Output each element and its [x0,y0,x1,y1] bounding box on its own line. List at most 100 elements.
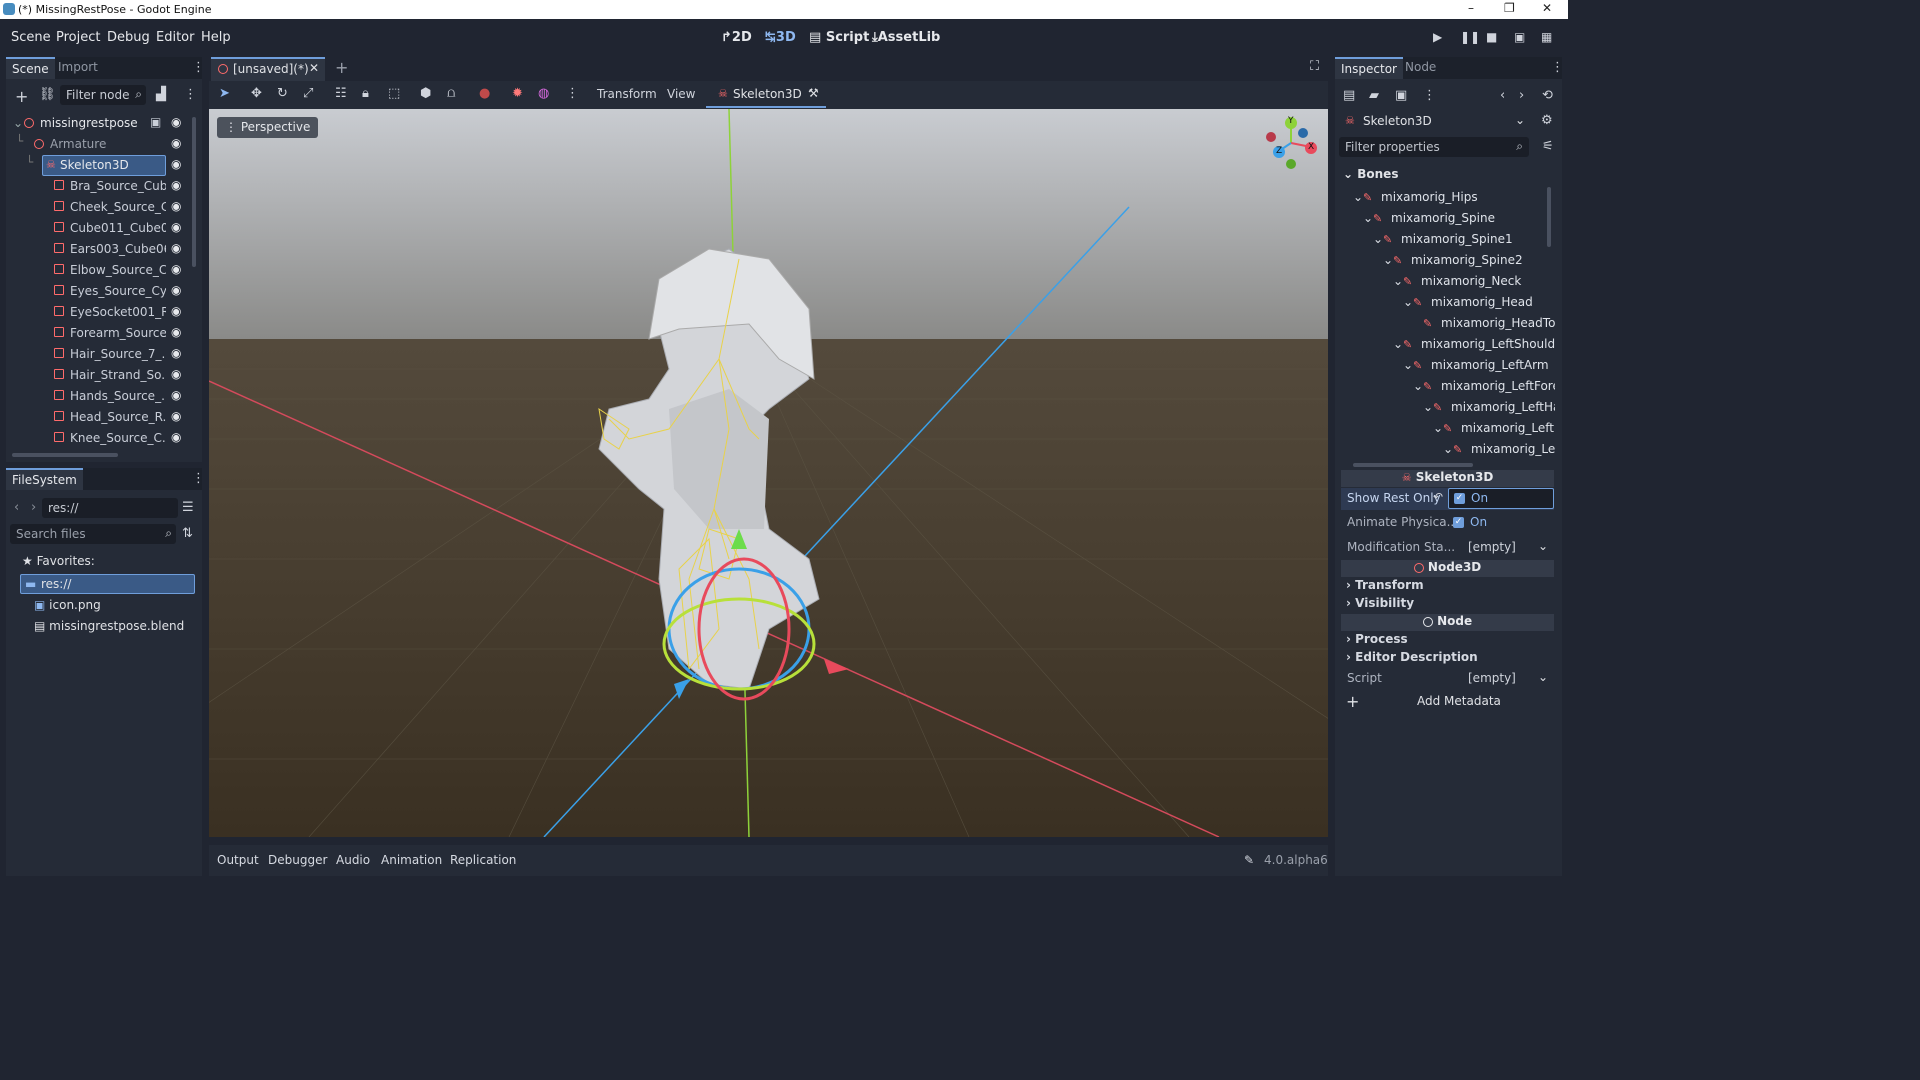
visibility-eye-icon[interactable]: ◉ [171,262,181,276]
bones-hscrollbar[interactable] [1353,463,1473,467]
tree-node-skeleton3d[interactable]: └ ☠ Skeleton3D ◉ [6,155,192,176]
environment-icon[interactable]: ◍ [538,86,549,101]
snap-icon[interactable]: ⩍ [447,86,455,101]
tab-node[interactable]: Node [1399,57,1442,79]
transform-category[interactable]: › Transform [1346,578,1424,592]
bone-row[interactable]: ⌄ ✎ mixamorig_LeftArm [1341,355,1551,376]
save-resource-icon[interactable]: ▣ [1395,88,1407,103]
open-resource-icon[interactable]: ▰ [1369,88,1379,103]
tree-node-mesh[interactable]: Bra_Source_Cub...◉ [6,176,192,197]
stop-icon[interactable]: ■ [1486,30,1497,44]
play-scene-icon[interactable]: ▣ [1514,30,1525,44]
object-selector[interactable]: ☠ Skeleton3D ⌄ [1341,111,1527,131]
script-value[interactable]: [empty] ⌄ [1462,669,1554,689]
scene-tree-scrollbar[interactable] [192,117,196,267]
minimize-button[interactable]: – [1468,1,1474,15]
tab-replication[interactable]: Replication [450,853,516,867]
tab-audio[interactable]: Audio [336,853,370,867]
mode-assetlib-button[interactable]: ⤓AssetLib [872,30,940,45]
tree-node-mesh[interactable]: Ears003_Cube062◉ [6,239,192,260]
mode-2d-button[interactable]: ↱2D [721,30,752,45]
visibility-eye-icon[interactable]: ◉ [171,346,181,360]
bone-row[interactable]: ⌄ ✎ mixamorig_LeftShoulder [1341,334,1555,355]
bones-scrollbar[interactable] [1547,187,1551,247]
new-resource-icon[interactable]: ▤ [1343,88,1355,103]
bone-row[interactable]: ⌄ ✎ mixamorig_Spine2 [1341,250,1551,271]
tree-node-mesh[interactable]: Eyes_Source_Cyl...◉ [6,281,192,302]
visibility-eye-icon[interactable]: ◉ [171,388,181,402]
tree-node-mesh[interactable]: Cheek_Source_C...◉ [6,197,192,218]
bone-row[interactable]: ⌄ ✎ mixamorig_Hips [1341,187,1551,208]
more-icon[interactable]: ⋮ [1423,88,1436,103]
filter-node-input[interactable]: Filter node ⌕ [60,85,146,105]
update-spinner-icon[interactable]: ✎ [1244,853,1254,867]
film-icon[interactable]: ▣ [150,115,161,129]
bone-row[interactable]: ⌄ ✎ mixamorig_Left [1341,439,1555,460]
close-tab-icon[interactable]: ✕ [309,61,319,75]
transform-menu[interactable]: Transform [597,87,657,101]
dock-menu-icon[interactable]: ⋮ [1551,60,1564,75]
tab-inspector[interactable]: Inspector [1335,57,1403,79]
tab-scene[interactable]: Scene [6,57,55,79]
lock-icon[interactable]: 🔒︎ [362,86,369,101]
3d-viewport[interactable]: ⋮ Perspective Y X Z [209,109,1328,837]
animate-physical-checkbox[interactable]: ✓ On [1448,513,1554,533]
visibility-category[interactable]: › Visibility [1346,596,1414,610]
path-field[interactable]: res:// [42,498,178,518]
bone-row[interactable]: ✎mixamorig_HeadTop_ [1341,313,1555,334]
skeleton-menu[interactable]: ☠ Skeleton3D ⚒ [706,81,826,108]
bone-row[interactable]: ⌄ ✎ mixamorig_Spine1 [1341,229,1551,250]
tree-node-root[interactable]: ⌄ missingrestpose ▣ ◉ [6,113,192,134]
folder-res-row[interactable]: ▬ res:// [20,574,195,594]
rotate-tool-icon[interactable]: ↻ [277,86,288,101]
visibility-eye-icon[interactable]: ◉ [171,430,181,444]
visibility-eye-icon[interactable]: ◉ [171,115,181,129]
bone-row[interactable]: ⌄✎mixamorig_LeftHa [1341,418,1555,439]
menu-debug[interactable]: Debug [107,30,150,45]
tree-node-mesh[interactable]: Hair_Strand_So... ◉ [6,365,192,386]
visibility-eye-icon[interactable]: ◉ [171,136,181,150]
tree-node-mesh[interactable]: Hair_Source_7_... ◉ [6,344,192,365]
tab-import[interactable]: Import [52,57,104,79]
dock-menu-icon[interactable]: ⋮ [192,60,205,75]
visibility-eye-icon[interactable]: ◉ [171,199,181,213]
process-category[interactable]: › Process [1346,632,1408,646]
visibility-eye-icon[interactable]: ◉ [171,220,181,234]
tree-node-mesh[interactable]: Elbow_Source_C...◉ [6,260,192,281]
tree-node-mesh[interactable]: Knee_Source_C... ◉ [6,428,192,449]
script-attach-icon[interactable]: ▟ [156,87,166,102]
scene-tree-hscrollbar[interactable] [12,453,118,457]
tab-output[interactable]: Output [217,853,259,867]
tree-node-mesh[interactable]: Forearm_Source...◉ [6,323,192,344]
tree-node-mesh[interactable]: Head_Source_R... ◉ [6,407,192,428]
tab-filesystem[interactable]: FileSystem [6,468,83,490]
sort-icon[interactable]: ⇅ [182,526,193,541]
mode-3d-button[interactable]: ↹3D [765,30,796,45]
more-icon[interactable]: ⋮ [566,86,579,101]
bone-row[interactable]: ⌄✎mixamorig_LeftHan [1341,397,1555,418]
history-icon[interactable]: ⟲ [1542,88,1553,103]
local-space-icon[interactable]: ⬢ [420,86,431,101]
maximize-button[interactable]: ❐ [1504,1,1515,15]
filter-properties-input[interactable]: Filter properties ⌕ [1339,137,1529,157]
link-icon[interactable]: ⛓ [39,87,56,102]
add-tab-button[interactable]: + [335,58,348,77]
mode-script-button[interactable]: ▤ Script [809,30,869,45]
tree-node-mesh[interactable]: EyeSocket001_R...◉ [6,302,192,323]
camera-preview-icon[interactable]: ● [479,86,490,101]
editor-description-category[interactable]: › Editor Description [1346,650,1478,664]
tree-node-mesh[interactable]: Hands_Source_... ◉ [6,386,192,407]
perspective-menu[interactable]: ⋮ Perspective [217,117,319,138]
sun-icon[interactable]: ✹ [512,86,523,101]
modification-stack-value[interactable]: [empty] ⌄ [1462,538,1554,558]
visibility-eye-icon[interactable]: ◉ [171,241,181,255]
menu-scene[interactable]: Scene [11,30,51,45]
visibility-eye-icon[interactable]: ◉ [171,157,181,171]
menu-project[interactable]: Project [56,30,100,45]
play-custom-scene-icon[interactable]: ▦ [1541,30,1552,44]
show-rest-only-checkbox[interactable]: ✓ On [1448,488,1554,509]
bone-row[interactable]: ⌄ ✎ mixamorig_Spine [1341,208,1551,229]
object-properties-icon[interactable]: ⚙ [1541,113,1553,128]
view-menu[interactable]: View [667,87,695,101]
visibility-eye-icon[interactable]: ◉ [171,283,181,297]
